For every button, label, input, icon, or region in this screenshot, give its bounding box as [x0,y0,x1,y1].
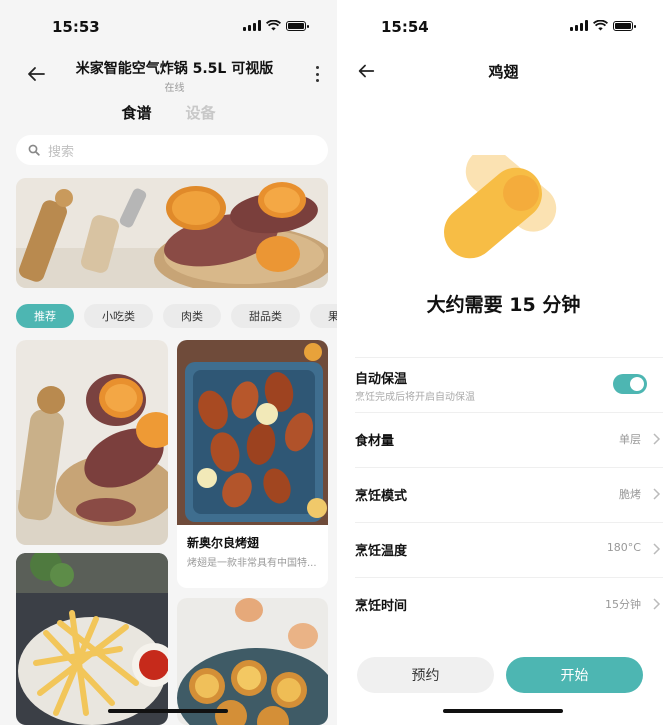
home-indicator [108,709,228,713]
keep-warm-toggle[interactable] [613,374,647,394]
roast-wings-image [177,340,328,525]
status-icons [570,20,636,31]
recipe-card-title: 新奥尔良烤翅 [187,536,260,550]
setting-keep-warm: 自动保温 烹饪完成后将开启自动保温 [355,357,663,412]
chevron-right-icon [653,543,661,555]
chevron-right-icon [653,433,661,445]
top-tabs: 食谱 设备 [0,102,337,123]
recipe-card-wings[interactable]: 新奥尔良烤翅 烤翅是一款非常具有中国特... [177,340,328,588]
chicken-wing-illustration [444,155,557,259]
battery-icon [613,20,636,31]
sweet-potato-banner-image [16,178,328,288]
cooking-mode-label: 烹饪模式 [355,489,408,504]
device-header: 米家智能空气炸锅 5.5L 可视版 在线 [0,52,337,98]
recipe-card-desc: 烤翅是一款非常具有中国特... [187,558,317,569]
keep-warm-label: 自动保温 [355,372,408,387]
status-icons [243,20,309,31]
wifi-icon [593,20,608,31]
status-time: 15:54 [381,18,429,36]
cooking-settings-screen: 15:54 鸡翅 大约需要 15 分钟 自动保温 烹饪完成后将开启自动保温 食材… [337,0,670,725]
device-status: 在线 [164,83,185,94]
search-placeholder: 搜索 [48,144,75,160]
egg-tart-image [177,598,328,725]
cellular-signal-icon [570,20,588,31]
device-title: 米家智能空气炸锅 5.5L 可视版 [75,61,274,77]
chevron-right-icon [653,488,661,500]
chip-snacks[interactable]: 小吃类 [84,304,153,328]
recipe-title: 鸡翅 [488,63,519,81]
more-menu-icon[interactable] [315,66,319,82]
chevron-right-icon [653,598,661,610]
setting-cooking-mode[interactable]: 烹饪模式 脆烤 [355,467,663,522]
home-indicator [443,709,563,713]
search-input[interactable]: 搜索 [16,135,328,165]
estimated-time-headline: 大约需要 15 分钟 [426,294,581,316]
battery-icon [286,20,309,31]
ingredient-amount-label: 食材量 [355,434,395,449]
sweet-potato-image [16,340,168,545]
keep-warm-desc: 烹饪完成后将开启自动保温 [355,392,475,403]
recipe-card-sweet-potato[interactable] [16,340,168,545]
wifi-icon [266,20,281,31]
chip-vegetables[interactable]: 果蔬 [310,304,337,328]
setting-temperature[interactable]: 烹饪温度 180°C [355,522,663,577]
ingredient-amount-value: 单层 [619,433,641,446]
screenshot-stage: 15:53 米家智能空气炸锅 5.5L 可视版 在线 食谱 设备 搜索 推荐 小… [0,0,670,725]
recipe-list-screen: 15:53 米家智能空气炸锅 5.5L 可视版 在线 食谱 设备 搜索 推荐 小… [0,0,337,725]
temperature-label: 烹饪温度 [355,544,408,559]
chip-desserts[interactable]: 甜品类 [231,304,300,328]
tab-recipes[interactable]: 食谱 [121,102,151,123]
start-button[interactable]: 开始 [506,657,643,693]
recipe-card-egg-tarts[interactable] [177,598,328,725]
chip-meat[interactable]: 肉类 [163,304,221,328]
promo-banner[interactable] [16,178,328,288]
tab-device[interactable]: 设备 [186,102,216,123]
status-time: 15:53 [52,18,100,36]
setting-ingredient-amount[interactable]: 食材量 单层 [355,412,663,467]
cellular-signal-icon [243,20,261,31]
cooking-time-value: 15分钟 [605,598,641,611]
status-bar: 15:53 [0,0,337,50]
setting-cooking-time[interactable]: 烹饪时间 15分钟 [355,577,663,632]
recipe-card-fries[interactable] [16,553,168,725]
cooking-time-label: 烹饪时间 [355,599,408,614]
status-bar: 15:54 [337,0,670,50]
chip-recommended[interactable]: 推荐 [16,304,74,328]
search-icon [28,144,40,156]
cooking-mode-value: 脆烤 [619,488,641,501]
category-chips: 推荐 小吃类 肉类 甜品类 果蔬 [16,304,337,328]
reserve-button[interactable]: 预约 [357,657,494,693]
french-fries-image [16,553,168,725]
temperature-value: 180°C [606,541,641,554]
